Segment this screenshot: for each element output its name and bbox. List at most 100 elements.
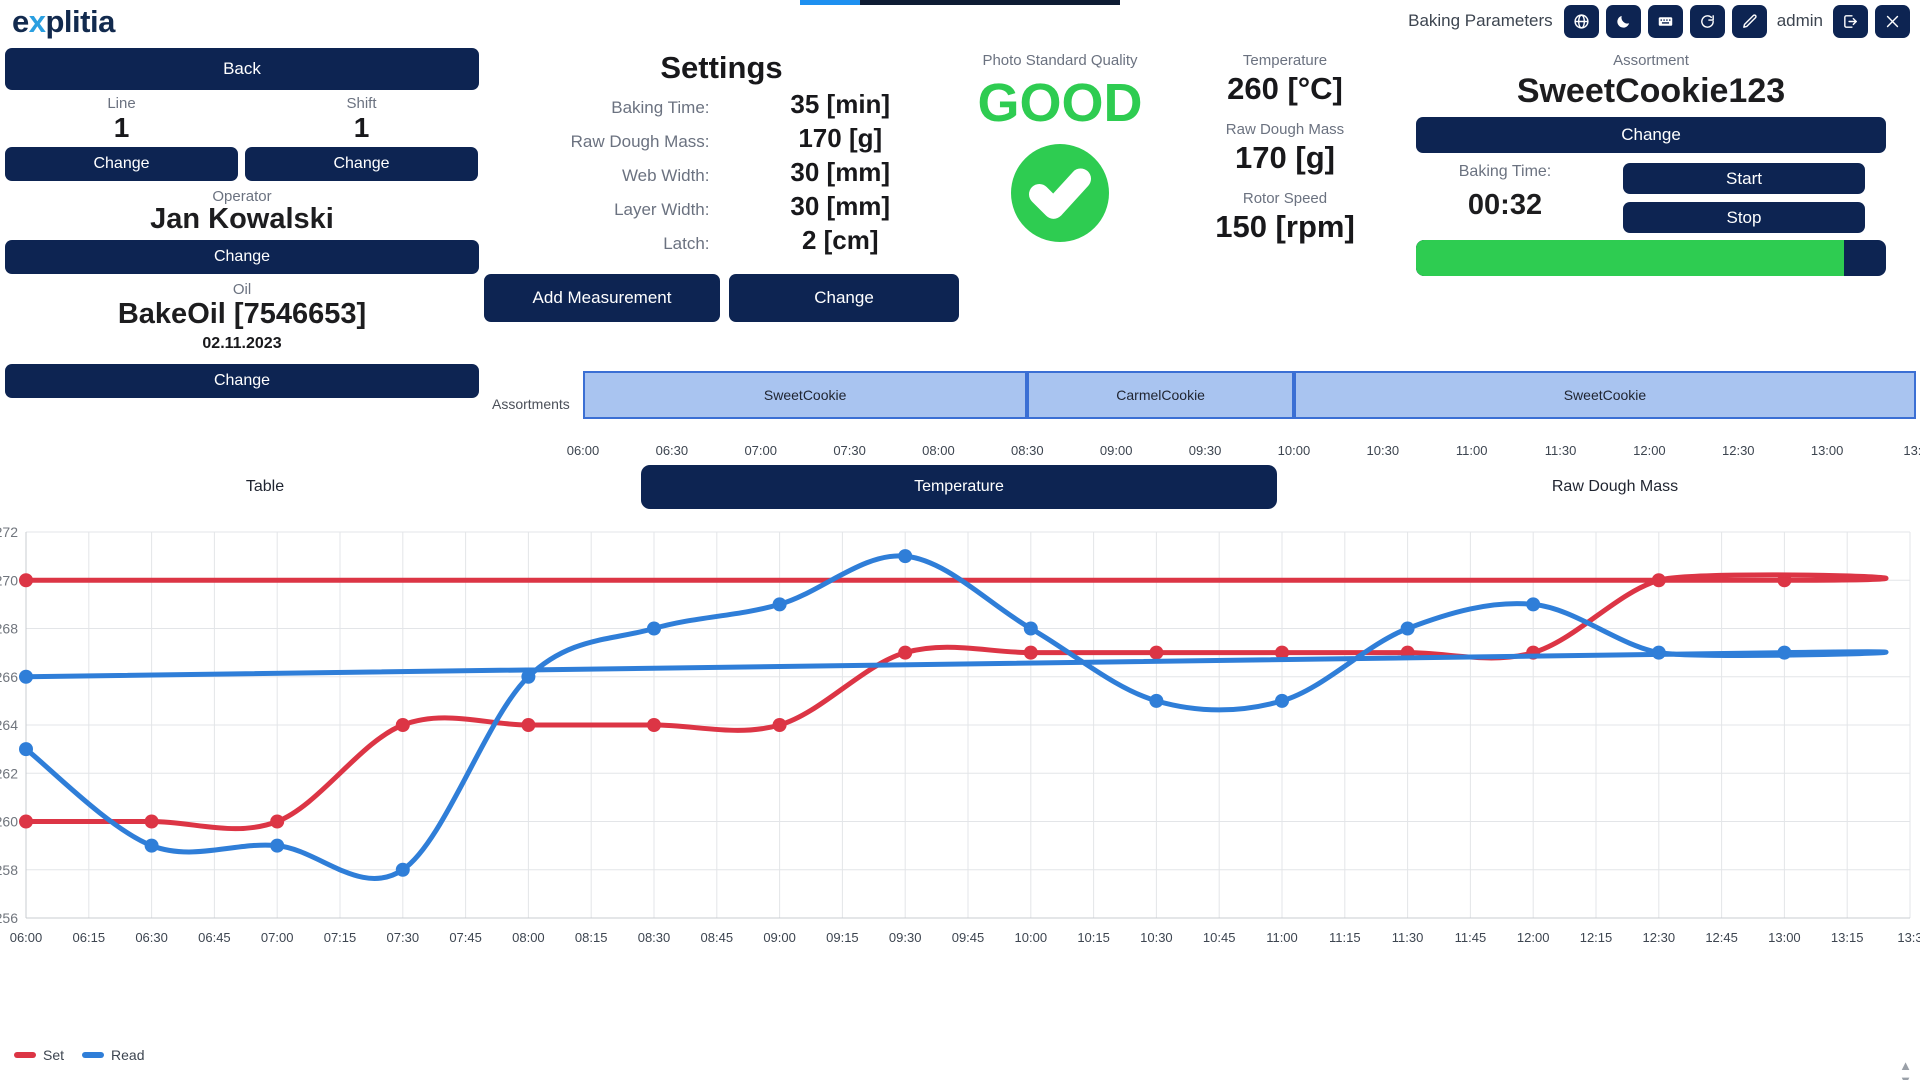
assortment-timeline-segment[interactable]: SweetCookie [1293, 371, 1916, 419]
add-measurement-button[interactable]: Add Measurement [484, 274, 720, 322]
chart-x-tick-label: 10:45 [1203, 930, 1236, 945]
chart-data-point [144, 838, 159, 853]
start-button[interactable]: Start [1623, 163, 1865, 194]
chart-x-tick-label: 10:15 [1077, 930, 1110, 945]
assortment-controls: Baking Time: 00:32 Start Stop [1395, 163, 1907, 233]
setting-label: Layer Width: [614, 200, 710, 219]
timeline-tick-label: 06:30 [655, 443, 689, 458]
assortments-timeline-ticks: 06:00 06:30 07:00 07:30 08:00 08:30 09:00 09:30… [567, 443, 1920, 461]
baking-progress-bar [1416, 240, 1886, 276]
chart-data-point [521, 718, 536, 732]
setting-label: Baking Time: [611, 98, 710, 117]
assortment-change-button[interactable]: Change [1416, 117, 1886, 153]
chart-data-point [1651, 645, 1666, 660]
timeline-tick-label: 07:30 [833, 443, 866, 458]
rotor-speed-label: Rotor Speed [1242, 190, 1328, 207]
chart-x-tick-label: 13:15 [1831, 930, 1864, 945]
legend-color-swatch [14, 1052, 36, 1058]
chart-y-tick-label: 268 [0, 621, 18, 637]
tab-table[interactable]: Table [200, 465, 330, 509]
back-button[interactable]: Back [5, 48, 479, 90]
timeline-tick-label: 09:30 [1188, 443, 1222, 458]
app-logo: explitia [12, 4, 115, 40]
chart-data-point [1651, 573, 1666, 588]
shift-label: Shift [346, 95, 377, 112]
chart-data-point [647, 621, 661, 636]
timeline-tick-label: 11:30 [1544, 443, 1577, 458]
chart-x-tick-label: 06:30 [135, 930, 168, 945]
tab-temperature[interactable]: Temperature [641, 465, 1277, 509]
chart-y-tick-label: 266 [0, 669, 18, 685]
oil-change-button[interactable]: Change [5, 364, 479, 398]
chart-data-point [19, 814, 33, 829]
timeline-tick-label: 07:00 [744, 443, 777, 458]
chart-x-tick-label: 09:30 [889, 930, 922, 945]
keyboard-icon-button[interactable] [1647, 4, 1683, 38]
timeline-tick-label: 13:00 [1810, 443, 1844, 458]
chart-x-tick-label: 09:00 [763, 930, 796, 945]
logout-icon-button[interactable] [1833, 4, 1868, 38]
setting-value: 30 [mm] [790, 191, 891, 221]
chart-data-point [1777, 645, 1792, 660]
settings-change-button[interactable]: Change [729, 274, 959, 322]
chart-data-point [1149, 693, 1164, 708]
chart-legend-item[interactable]: Read [82, 1047, 144, 1063]
stop-button[interactable]: Stop [1623, 202, 1865, 233]
timeline-tick-label: 13:3 [1903, 443, 1920, 458]
chart-x-tick-label: 06:00 [10, 930, 43, 945]
temperature-chart[interactable]: 256 258 260 262 264 266 268 270 272 06:00 06:15 06:… [0, 520, 1920, 1080]
quality-status: GOOD [977, 73, 1143, 133]
chart-data-point [647, 718, 661, 732]
operator-change-button[interactable]: Change [5, 240, 479, 274]
keyboard-icon [1658, 16, 1672, 26]
chart-x-tick-label: 12:00 [1517, 930, 1550, 945]
globe-icon-button[interactable] [1563, 4, 1599, 38]
chart-series-line-read [23, 553, 1889, 882]
chart-legend-item[interactable]: Set [14, 1047, 64, 1063]
timeline-tick-label: 08:00 [922, 443, 955, 458]
line-value: 1 [113, 112, 130, 143]
chart-data-point [270, 814, 285, 829]
chart-x-tick-label: 07:15 [324, 930, 357, 945]
chart-data-point [144, 814, 159, 829]
chart-x-tick-label: 12:15 [1580, 930, 1613, 945]
chart-data-point [19, 742, 33, 757]
line-change-button[interactable]: Change [5, 147, 238, 181]
oil-label: Oil [232, 281, 252, 298]
rotor-speed-value: 150 [rpm] [1215, 209, 1355, 244]
chart-data-point [395, 862, 410, 877]
shift-change-button[interactable]: Change [245, 147, 478, 181]
chart-data-point [1400, 621, 1415, 636]
chart-data-point [898, 645, 913, 660]
chart-x-tick-label: 11:45 [1455, 930, 1487, 945]
chart-data-point [19, 669, 33, 684]
legend-color-swatch [82, 1052, 105, 1058]
header-toolbar: Baking Parameters admin [1408, 3, 1910, 39]
chart-x-tick-label: 12:45 [1705, 930, 1738, 945]
raw-dough-mass-label: Raw Dough Mass [1225, 121, 1345, 138]
chart-x-tick-label: 11:00 [1266, 930, 1298, 945]
close-icon-button[interactable] [1875, 4, 1910, 38]
page-title: Baking Parameters [1408, 11, 1553, 30]
setting-label: Latch: [663, 234, 710, 253]
chart-data-point [19, 573, 33, 588]
line-label: Line [107, 95, 136, 112]
chart-x-tick-label: 07:00 [261, 930, 294, 945]
app-root: explitia Baking Parameters admin Back Li… [0, 0, 1920, 1080]
tab-raw-dough-mass[interactable]: Raw Dough Mass [1530, 465, 1700, 509]
refresh-icon-button[interactable] [1689, 4, 1725, 38]
line-shift-row: Line 1 Change Shift 1 Change [5, 95, 479, 181]
chart-y-tick-label: 258 [0, 862, 18, 878]
quality-label: Photo Standard Quality [982, 52, 1138, 69]
chart-x-tick-label: 07:30 [387, 930, 420, 945]
chart-x-tick-label: 11:30 [1392, 930, 1424, 945]
timeline-tick-label: 11:00 [1455, 443, 1488, 458]
chart-x-tick-label: 10:30 [1140, 930, 1173, 945]
moon-icon-button[interactable] [1605, 4, 1641, 38]
assortment-timeline-segment[interactable]: CarmelCookie [1027, 371, 1294, 419]
pencil-icon-button[interactable] [1731, 4, 1767, 38]
assortments-timeline-track[interactable]: SweetCookie CarmelCookie SweetCookie [583, 371, 1916, 419]
oil-date: 02.11.2023 [202, 335, 282, 352]
chart-tab-bar: Table Temperature Raw Dough Mass [0, 465, 1920, 513]
assortment-timeline-segment[interactable]: SweetCookie [583, 371, 1028, 419]
